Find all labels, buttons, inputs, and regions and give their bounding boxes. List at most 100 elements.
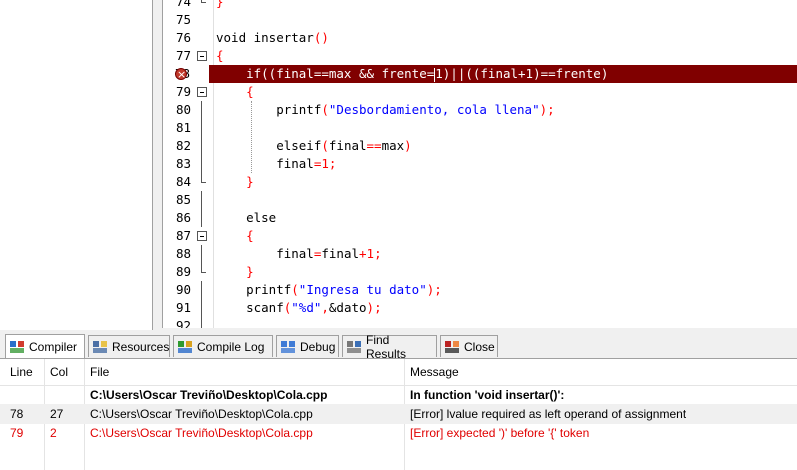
line-number: 74 <box>175 0 191 9</box>
line-number: 83 <box>175 156 191 171</box>
fold-toggle-icon[interactable] <box>197 47 209 65</box>
code-token: 1 <box>321 156 329 171</box>
code-token: final <box>216 246 314 261</box>
column-header-file[interactable]: File <box>90 362 109 382</box>
code-text: else <box>216 209 276 227</box>
code-token: printf <box>216 102 322 117</box>
code-token: == <box>366 138 382 153</box>
cell-file: C:\Users\Oscar Treviño\Desktop\Cola.cpp <box>90 388 328 402</box>
line-number: 75 <box>175 12 191 27</box>
code-line[interactable]: 83 final=1; <box>163 155 797 173</box>
error-highlighted-line[interactable]: 78 if((final==max && frente=1)||((final+… <box>163 65 797 84</box>
tab-label: Compile Log <box>197 339 265 354</box>
line-number: 85 <box>175 192 191 207</box>
line-number: 92 <box>175 318 191 328</box>
fold-guide <box>197 155 209 173</box>
column-header-message[interactable]: Message <box>410 362 459 382</box>
error-marker-icon[interactable] <box>175 66 187 84</box>
code-line[interactable]: 87 { <box>163 227 797 245</box>
cell-col: 2 <box>50 426 57 440</box>
code-line[interactable]: 92 <box>163 317 797 328</box>
code-line[interactable]: 80 printf("Desbordamiento, cola llena"); <box>163 101 797 119</box>
code-token: 1)||((final+1)==frente) <box>435 66 609 81</box>
column-header-line[interactable]: Line <box>10 362 33 382</box>
fold-guide <box>197 0 209 11</box>
code-token: ; <box>374 246 382 261</box>
resources-icon <box>92 339 108 355</box>
code-line[interactable]: 76 void insertar() <box>163 29 797 47</box>
debug-icon <box>280 339 296 355</box>
code-line[interactable]: 77 { <box>163 47 797 65</box>
compiler-messages-table[interactable]: Line Col File Message C:\Users\Oscar Tre… <box>0 358 797 470</box>
code-token: ( <box>291 282 299 297</box>
line-number: 84 <box>175 174 191 189</box>
code-text: printf("Desbordamiento, cola llena"); <box>216 101 554 119</box>
code-token: 1 <box>366 246 375 261</box>
code-token: ; <box>328 156 337 171</box>
tab-label: Compiler <box>29 339 78 354</box>
tab-resources[interactable]: Resources <box>88 335 170 357</box>
code-token: ) <box>404 138 412 153</box>
code-line[interactable]: 85 <box>163 191 797 209</box>
tab-find-results[interactable]: Find Results <box>342 333 437 361</box>
code-token: scanf <box>216 300 284 315</box>
fold-toggle-icon[interactable] <box>197 227 209 245</box>
code-token: "%d" <box>291 300 322 315</box>
cell-message: [Error] expected ')' before '{' token <box>410 426 590 440</box>
table-row[interactable]: 79 2 C:\Users\Oscar Treviño\Desktop\Cola.c… <box>0 423 797 443</box>
code-line[interactable]: 81 <box>163 119 797 137</box>
code-token: else <box>216 210 277 225</box>
indent-guide <box>251 101 253 173</box>
code-text: final=final+1; <box>216 245 382 263</box>
close-icon <box>444 339 460 355</box>
code-line[interactable]: 88 final=final+1; <box>163 245 797 263</box>
side-panel[interactable] <box>0 0 153 330</box>
cell-line: 79 <box>10 426 24 440</box>
code-token: ); <box>426 282 442 297</box>
code-token: } <box>246 264 254 279</box>
code-token: "Ingresa tu dato" <box>298 282 427 297</box>
tab-label: Debug <box>300 339 336 354</box>
code-token: ( <box>321 102 329 117</box>
code-editor[interactable]: 74}7576void insertar()77{78 if((final==m… <box>162 0 797 328</box>
line-number: 79 <box>175 84 191 99</box>
tab-close[interactable]: Close <box>440 335 498 357</box>
fold-guide <box>197 101 209 119</box>
code-token: , <box>321 300 329 315</box>
splitter[interactable] <box>153 0 162 330</box>
code-line[interactable]: 79 { <box>163 83 797 101</box>
code-line[interactable]: 91 scanf("%d",&dato); <box>163 299 797 317</box>
fold-guide <box>197 263 209 281</box>
code-line[interactable]: 74} <box>163 0 797 11</box>
table-row[interactable]: C:\Users\Oscar Treviño\Desktop\Cola.cpp I… <box>0 385 797 405</box>
code-text: } <box>216 173 254 191</box>
fold-guide <box>197 119 209 137</box>
cell-col: 27 <box>50 407 64 421</box>
cell-file: C:\Users\Oscar Treviño\Desktop\Cola.cpp <box>90 426 313 440</box>
fold-toggle-icon[interactable] <box>197 83 209 101</box>
tab-debug[interactable]: Debug <box>276 335 339 357</box>
code-line[interactable]: 84 } <box>163 173 797 191</box>
tab-label: Resources <box>112 339 170 354</box>
column-header-col[interactable]: Col <box>50 362 68 382</box>
table-row[interactable]: 78 27 C:\Users\Oscar Treviño\Desktop\Cola.… <box>0 404 797 424</box>
line-number: 86 <box>175 210 191 225</box>
fold-guide <box>197 245 209 263</box>
code-text: } <box>216 263 254 281</box>
code-token: + <box>359 246 367 261</box>
tab-compiler[interactable]: Compiler <box>5 334 85 358</box>
code-line[interactable]: 89 } <box>163 263 797 281</box>
tab-compile-log[interactable]: Compile Log <box>173 335 273 357</box>
code-line[interactable]: 86 else <box>163 209 797 227</box>
line-number: 77 <box>175 48 191 63</box>
code-line[interactable]: 82 elseif(final==max) <box>163 137 797 155</box>
line-number: 87 <box>175 228 191 243</box>
line-number: 81 <box>175 120 191 135</box>
code-line[interactable]: 90 printf("Ingresa tu dato"); <box>163 281 797 299</box>
code-line[interactable]: 75 <box>163 11 797 29</box>
code-text: void insertar() <box>216 29 329 47</box>
tab-label: Find Results <box>366 332 407 361</box>
